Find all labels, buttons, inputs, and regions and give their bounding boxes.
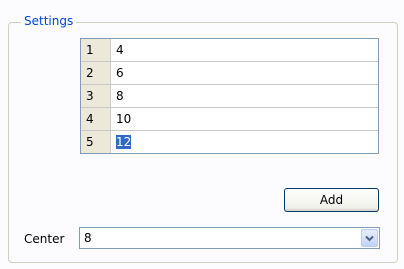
- grid-row[interactable]: 1 4: [81, 39, 378, 62]
- grid-cell[interactable]: 4: [111, 39, 378, 61]
- grid-row[interactable]: 5 12: [81, 131, 378, 153]
- row-header[interactable]: 1: [81, 39, 111, 61]
- grid-row[interactable]: 4 10: [81, 108, 378, 131]
- grid-cell[interactable]: 6: [111, 62, 378, 84]
- values-grid[interactable]: 1 4 2 6 3 8 4 10 5 12: [80, 38, 379, 154]
- row-header[interactable]: 2: [81, 62, 111, 84]
- row-header[interactable]: 3: [81, 85, 111, 107]
- grid-cell-editing[interactable]: 12: [111, 131, 378, 153]
- center-combobox[interactable]: 8: [79, 227, 380, 249]
- grid-cell[interactable]: 8: [111, 85, 378, 107]
- row-header[interactable]: 4: [81, 108, 111, 130]
- combobox-dropdown-button[interactable]: [361, 229, 378, 247]
- selected-text[interactable]: 12: [116, 135, 132, 149]
- row-header[interactable]: 5: [81, 131, 111, 153]
- grid-cell[interactable]: 10: [111, 108, 378, 130]
- chevron-down-icon: [365, 235, 374, 241]
- add-button[interactable]: Add: [284, 188, 379, 212]
- grid-row[interactable]: 2 6: [81, 62, 378, 85]
- grid-row[interactable]: 3 8: [81, 85, 378, 108]
- center-label: Center: [24, 232, 65, 246]
- center-combobox-value[interactable]: 8: [84, 228, 92, 248]
- settings-legend: Settings: [21, 13, 77, 29]
